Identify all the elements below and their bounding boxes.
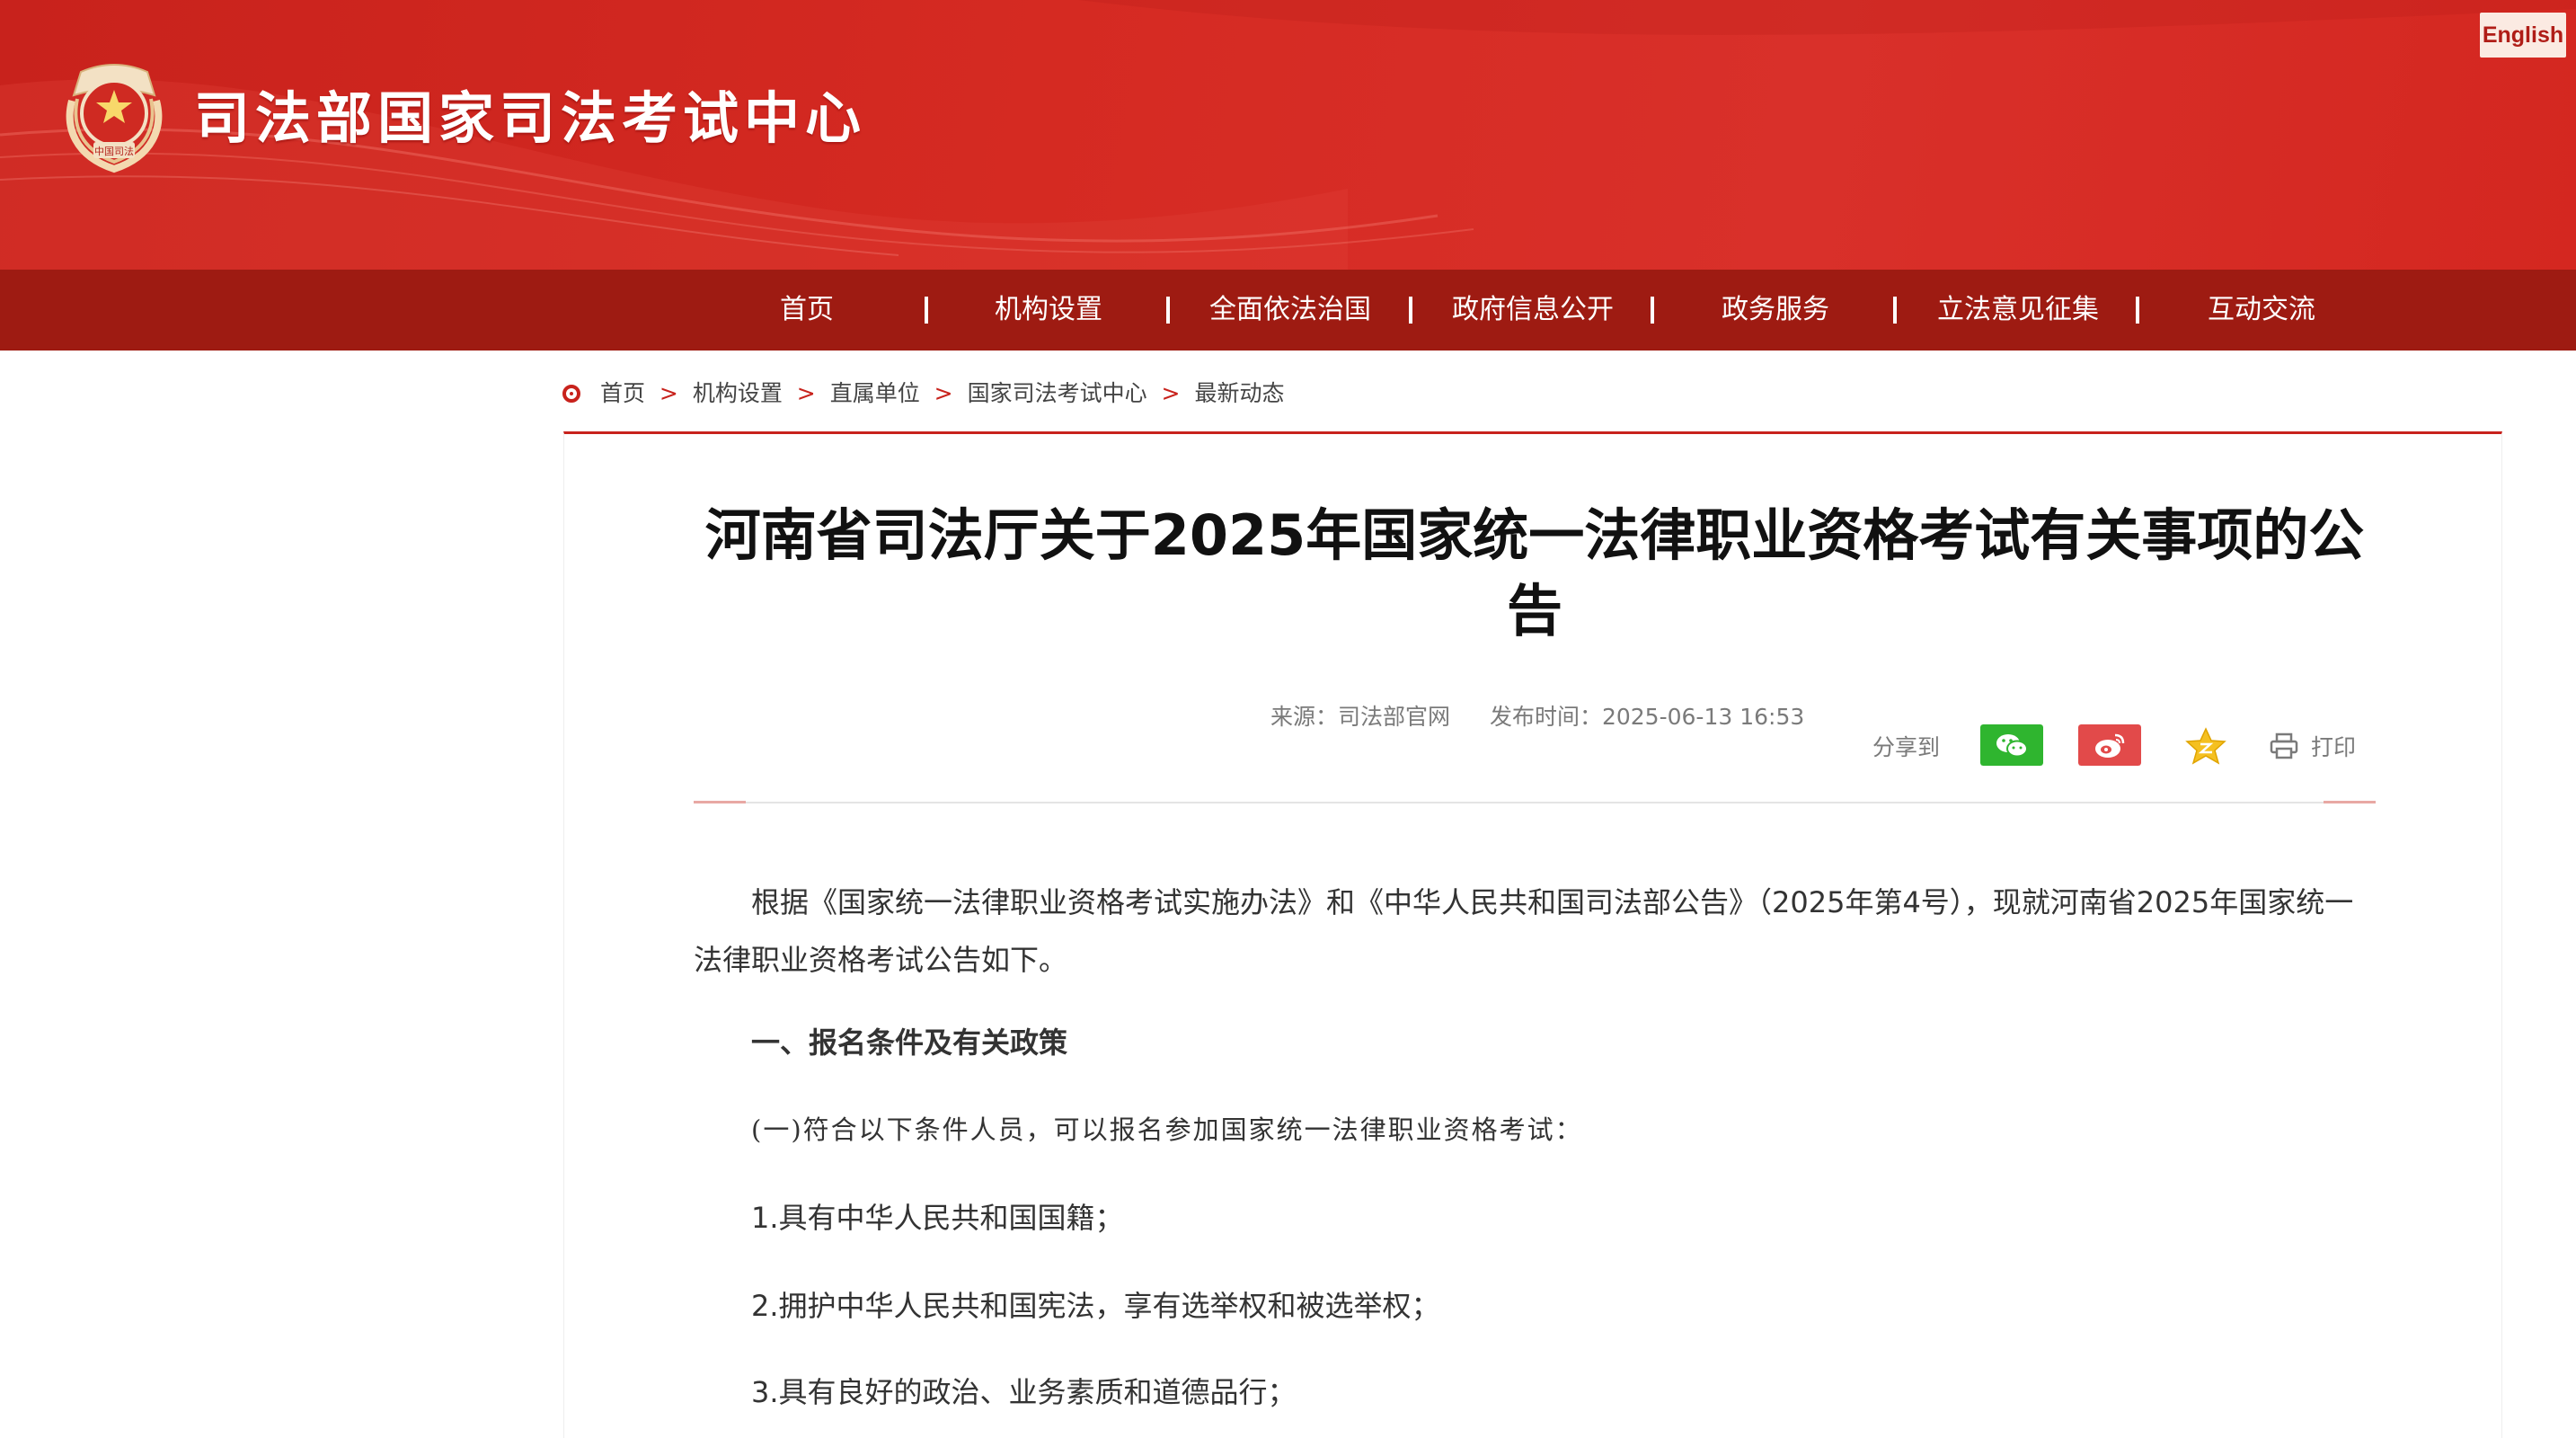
article-intro-paragraph: 根据《国家统一法律职业资格考试实施办法》和《中华人民共和国司法部公告》（2025… (694, 885, 2354, 977)
article-meta: 来源：司法部官网 发布时间：2025-06-13 16:53 (1270, 699, 1837, 735)
breadcrumb-home[interactable]: 首页 (600, 380, 645, 406)
breadcrumb-exam-center[interactable]: 国家司法考试中心 (968, 380, 1147, 406)
subsection-heading-eligibility: (一)符合以下条件人员，可以报名参加国家统一法律职业资格考试： (751, 1114, 1583, 1145)
print-button[interactable]: 打印 (2311, 724, 2356, 771)
header-banner: 中国司法 司法部国家司法考试中心 English (0, 0, 2576, 270)
section-heading-registration: 一、报名条件及有关政策 (751, 1025, 1068, 1060)
nav-item-interaction[interactable]: 互动交流 (2158, 270, 2365, 351)
justice-emblem-logo: 中国司法 (66, 64, 163, 173)
list-item: 2.拥护中华人民共和国宪法，享有选举权和被选举权； (751, 1289, 1440, 1323)
article-publish-time: 发布时间：2025-06-13 16:53 (1489, 704, 1805, 730)
print-icon[interactable] (2270, 732, 2298, 759)
nav-separator (1409, 297, 1412, 324)
breadcrumb-affiliated-units[interactable]: 直属单位 (830, 380, 920, 406)
list-item: 3.具有良好的政治、业务素质和道德品行； (751, 1375, 1297, 1409)
nav-item-gov-info[interactable]: 政府信息公开 (1430, 270, 1636, 351)
weibo-share-icon[interactable] (2078, 724, 2141, 766)
nav-item-legislation-feedback[interactable]: 立法意见征集 (1915, 270, 2121, 351)
wechat-share-icon[interactable] (1980, 724, 2043, 766)
nav-item-home[interactable]: 首页 (704, 270, 910, 351)
emblem-caption: 中国司法 (94, 145, 134, 157)
article-source: 来源：司法部官网 (1270, 704, 1451, 730)
breadcrumb-separator: > (1161, 380, 1181, 406)
nav-item-gov-services[interactable]: 政务服务 (1672, 270, 1879, 351)
divider-accent-left (694, 801, 746, 803)
breadcrumb: 首页 > 机构设置 > 直属单位 > 国家司法考试中心 > 最新动态 (562, 376, 1284, 412)
site-title: 司法部国家司法考试中心 (194, 85, 867, 151)
nav-separator (2136, 297, 2139, 324)
article-divider (694, 802, 2376, 803)
share-label: 分享到 (1872, 734, 1941, 760)
list-item: 1.具有中华人民共和国国籍； (751, 1201, 1124, 1235)
divider-accent-right (2324, 801, 2376, 803)
article-title: 河南省司法厅关于2025年国家统一法律职业资格考试有关事项的公告 (704, 502, 2365, 644)
breadcrumb-separator: > (934, 380, 953, 406)
qzone-share-icon[interactable] (2174, 724, 2237, 766)
nav-separator (1651, 297, 1654, 324)
nav-item-organization[interactable]: 机构设置 (945, 270, 1152, 351)
nav-separator (925, 297, 928, 324)
location-dot-icon (562, 385, 580, 403)
breadcrumb-separator: > (796, 380, 816, 406)
breadcrumb-separator: > (659, 380, 678, 406)
nav-item-rule-of-law[interactable]: 全面依法治国 (1187, 270, 1394, 351)
nav-separator (1166, 297, 1170, 324)
breadcrumb-organization[interactable]: 机构设置 (693, 380, 783, 406)
english-language-button[interactable]: English (2480, 13, 2566, 58)
nav-separator (1893, 297, 1897, 324)
breadcrumb-latest-news[interactable]: 最新动态 (1194, 380, 1284, 406)
main-nav: 首页 机构设置 全面依法治国 政府信息公开 政务服务 立法意见征集 互动交流 (0, 270, 2576, 351)
